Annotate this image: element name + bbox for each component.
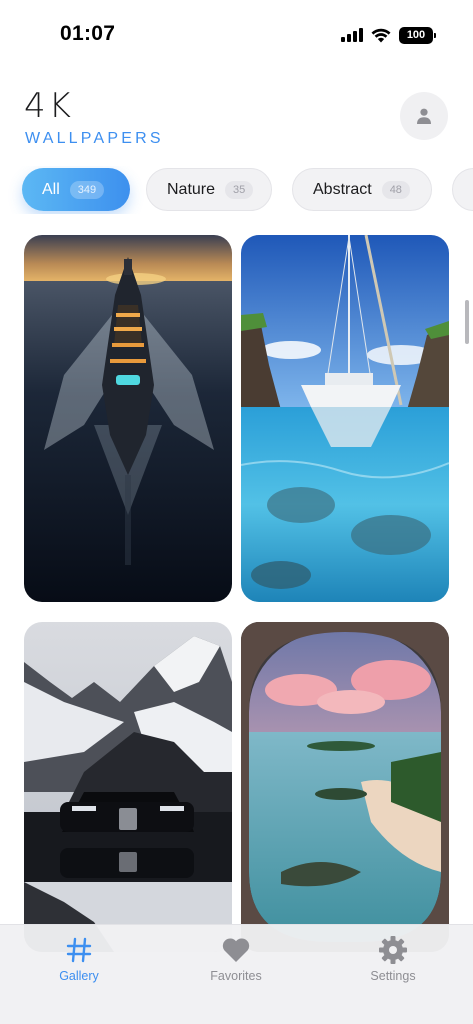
status-icons: 100 <box>341 26 436 44</box>
category-chip-nature[interactable]: Nature 35 <box>146 168 272 211</box>
tab-gallery[interactable]: Gallery <box>24 931 134 995</box>
wallpaper-image-sailboat <box>241 235 449 602</box>
hashtag-icon <box>62 933 96 967</box>
wallpaper-image-car <box>24 622 232 952</box>
heart-icon <box>219 933 253 967</box>
category-count: 349 <box>69 180 105 199</box>
category-chip-all[interactable]: All 349 <box>22 168 130 211</box>
category-chip-abstract[interactable]: Abstract 48 <box>292 168 432 211</box>
category-chip-next[interactable] <box>452 168 473 211</box>
tab-bar: Gallery Favorites Settings <box>0 924 473 1024</box>
app-title: 4K <box>24 86 74 126</box>
category-count: 35 <box>225 180 254 199</box>
scrollbar-thumb[interactable] <box>465 300 469 344</box>
cellular-signal-icon <box>341 28 363 42</box>
person-icon <box>417 108 431 124</box>
battery-icon: 100 <box>399 26 436 44</box>
app-subtitle: WALLPAPERS <box>25 130 164 147</box>
wallpaper-card-car[interactable] <box>24 622 232 952</box>
tab-settings[interactable]: Settings <box>338 931 448 995</box>
category-label: Abstract <box>313 180 372 198</box>
wallpaper-image-yacht <box>24 235 232 602</box>
gear-icon <box>376 933 410 967</box>
tab-label: Gallery <box>59 969 99 983</box>
wallpaper-card-yacht[interactable] <box>24 235 232 602</box>
status-bar: 01:07 100 <box>0 0 473 70</box>
profile-button[interactable] <box>400 92 448 140</box>
status-time: 01:07 <box>60 22 116 45</box>
category-chips: All 349 Nature 35 Abstract 48 <box>0 166 473 214</box>
battery-level: 100 <box>406 29 426 41</box>
tab-favorites[interactable]: Favorites <box>181 931 291 995</box>
wallpaper-image-island <box>241 622 449 952</box>
wallpaper-card-sailboat[interactable] <box>241 235 449 602</box>
wifi-icon <box>371 28 391 42</box>
category-count: 48 <box>381 180 410 199</box>
category-label: All <box>42 180 60 198</box>
tab-label: Favorites <box>210 969 262 983</box>
category-label: Nature <box>167 180 216 198</box>
wallpaper-card-island[interactable] <box>241 622 449 952</box>
tab-label: Settings <box>370 969 416 983</box>
